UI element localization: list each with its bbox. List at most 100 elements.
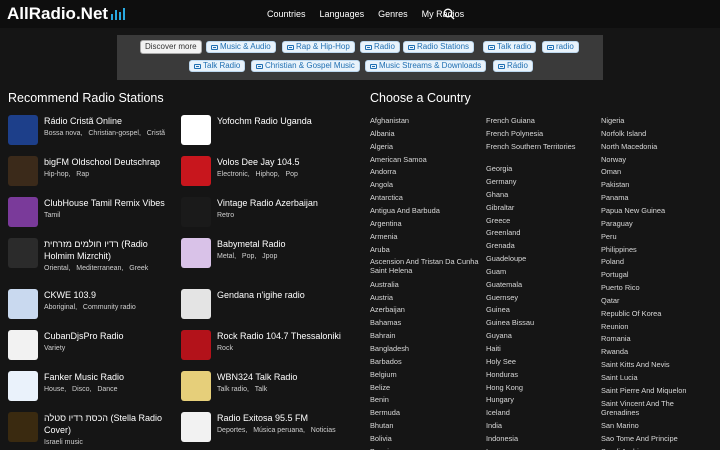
country-link[interactable]: French Southern Territories	[486, 142, 598, 151]
country-link[interactable]: Algeria	[370, 142, 482, 151]
nav-genres[interactable]: Genres	[378, 9, 408, 19]
station-name[interactable]: WBN324 Talk Radio	[217, 371, 353, 383]
station-name[interactable]: Yofochm Radio Uganda	[217, 115, 353, 127]
country-link[interactable]: Angola	[370, 180, 482, 189]
country-link[interactable]: Hungary	[486, 395, 598, 404]
country-link[interactable]: Norway	[601, 155, 713, 164]
country-link[interactable]: Ghana	[486, 190, 598, 199]
station-logo[interactable]	[181, 156, 211, 186]
station-logo[interactable]	[8, 197, 38, 227]
country-link[interactable]: Republic Of Korea	[601, 309, 713, 318]
country-link[interactable]: Bolivia	[370, 434, 482, 443]
station-card[interactable]: הכסת רדיו סטלה (Stella Radio Cover) Israe…	[8, 412, 180, 450]
country-link[interactable]: Guam	[486, 267, 598, 276]
station-logo[interactable]	[181, 197, 211, 227]
country-link[interactable]: Peru	[601, 232, 713, 241]
country-link[interactable]: Bangladesh	[370, 344, 482, 353]
station-logo[interactable]	[181, 238, 211, 268]
station-name[interactable]: Rock Radio 104.7 Thessaloniki	[217, 330, 353, 342]
station-name[interactable]: רדיו חולמים מזרחית (Radio Holmim Mizrchi…	[44, 238, 180, 262]
country-link[interactable]: Guyana	[486, 331, 598, 340]
station-name[interactable]: ClubHouse Tamil Remix Vibes	[44, 197, 180, 209]
country-link[interactable]: Guadeloupe	[486, 254, 598, 263]
station-logo[interactable]	[8, 289, 38, 319]
chip-christian-gospel[interactable]: Christian & Gospel Music	[251, 60, 360, 72]
chip-music-streams[interactable]: Music Streams & Downloads	[365, 60, 487, 72]
country-link[interactable]: Nigeria	[601, 116, 713, 125]
station-logo[interactable]	[8, 115, 38, 145]
country-link[interactable]: Guinea	[486, 305, 598, 314]
country-link[interactable]: Qatar	[601, 296, 713, 305]
station-name[interactable]: Volos Dee Jay 104.5	[217, 156, 353, 168]
country-link[interactable]: Bhutan	[370, 421, 482, 430]
country-link[interactable]: Panama	[601, 193, 713, 202]
station-name[interactable]: bigFM Oldschool Deutschrap	[44, 156, 180, 168]
country-link[interactable]: Rwanda	[601, 347, 713, 356]
station-tag-link[interactable]: Greek	[121, 265, 148, 272]
station-card[interactable]: Fanker Music Radio HouseDiscoDance	[8, 371, 180, 411]
station-card[interactable]: WBN324 Talk Radio Talk radioTalk	[181, 371, 353, 411]
country-link[interactable]: North Macedonia	[601, 142, 713, 151]
chip-talk-radio-2[interactable]: Talk Radio	[189, 60, 246, 72]
country-link[interactable]: Romania	[601, 334, 713, 343]
country-link[interactable]: Georgia	[486, 164, 598, 173]
country-link[interactable]: Portugal	[601, 270, 713, 279]
station-tag-link[interactable]: Christian-gospel	[81, 130, 139, 137]
country-link[interactable]: Haiti	[486, 344, 598, 353]
chip-music-audio[interactable]: Music & Audio	[206, 41, 276, 53]
station-tag-link[interactable]: Bossa nova	[44, 130, 81, 137]
country-link[interactable]: Bermuda	[370, 408, 482, 417]
search-icon[interactable]	[443, 8, 455, 20]
station-tag-link[interactable]: Noticias	[303, 427, 336, 434]
station-tag-link[interactable]: Disco	[64, 386, 89, 393]
country-link[interactable]: Papua New Guinea	[601, 206, 713, 215]
country-link[interactable]: Grenada	[486, 241, 598, 250]
country-link[interactable]: Poland	[601, 257, 713, 266]
country-link[interactable]: American Samoa	[370, 155, 482, 164]
station-logo[interactable]	[181, 330, 211, 360]
station-name[interactable]: Gendana n'igihe radio	[217, 289, 353, 301]
station-tag-link[interactable]: House	[44, 386, 64, 393]
station-tag-link[interactable]: Pop	[234, 253, 254, 260]
station-tag-link[interactable]: Cristã	[139, 130, 165, 137]
country-link[interactable]: Barbados	[370, 357, 482, 366]
country-link[interactable]: Puerto Rico	[601, 283, 713, 292]
site-logo[interactable]: AllRadio.Net	[7, 4, 126, 24]
station-name[interactable]: CKWE 103.9	[44, 289, 180, 301]
station-card[interactable]: Rádio Cristã Online Bossa novaChristian-g…	[8, 115, 180, 155]
chip-radio-lower[interactable]: radio	[542, 41, 579, 53]
country-link[interactable]: Saint Kitts And Nevis	[601, 360, 713, 369]
chip-rap-hip-hop[interactable]: Rap & Hip-Hop	[282, 41, 355, 53]
station-tag-link[interactable]: Metal	[217, 253, 234, 260]
station-tag-link[interactable]: Rock	[217, 345, 233, 352]
station-name[interactable]: Babymetal Radio	[217, 238, 353, 250]
station-tag-link[interactable]: Deportes	[217, 427, 245, 434]
station-card[interactable]: Rock Radio 104.7 Thessaloniki Rock	[181, 330, 353, 370]
nav-languages[interactable]: Languages	[320, 9, 365, 19]
station-card[interactable]: CKWE 103.9 AboriginalCommunity radio	[8, 289, 180, 329]
station-card[interactable]: Gendana n'igihe radio	[181, 289, 353, 329]
station-tag-link[interactable]: Hip-hop	[44, 171, 69, 178]
station-card[interactable]: Yofochm Radio Uganda	[181, 115, 353, 155]
station-card[interactable]: Babymetal Radio MetalPopJpop	[181, 238, 353, 278]
country-link[interactable]: Oman	[601, 167, 713, 176]
station-tag-link[interactable]: Mediterranean	[69, 265, 122, 272]
country-link[interactable]: Bahrain	[370, 331, 482, 340]
country-link[interactable]: Philippines	[601, 245, 713, 254]
country-link[interactable]: Australia	[370, 280, 482, 289]
country-link[interactable]: Antarctica	[370, 193, 482, 202]
station-logo[interactable]	[8, 238, 38, 268]
station-tag-link[interactable]: Electronic	[217, 171, 248, 178]
station-tag-link[interactable]: Variety	[44, 345, 65, 352]
country-link[interactable]: India	[486, 421, 598, 430]
country-link[interactable]: Norfolk Island	[601, 129, 713, 138]
country-link[interactable]: Gibraltar	[486, 203, 598, 212]
station-card[interactable]: bigFM Oldschool Deutschrap Hip-hopRap	[8, 156, 180, 196]
country-link[interactable]: Hong Kong	[486, 383, 598, 392]
station-tag-link[interactable]: Community radio	[75, 304, 136, 311]
station-logo[interactable]	[181, 289, 211, 319]
country-link[interactable]: Saint Lucia	[601, 373, 713, 382]
chip-talk-radio[interactable]: Talk radio	[483, 41, 537, 53]
station-tag-link[interactable]: Tamil	[44, 212, 60, 219]
country-link[interactable]: Pakistan	[601, 180, 713, 189]
